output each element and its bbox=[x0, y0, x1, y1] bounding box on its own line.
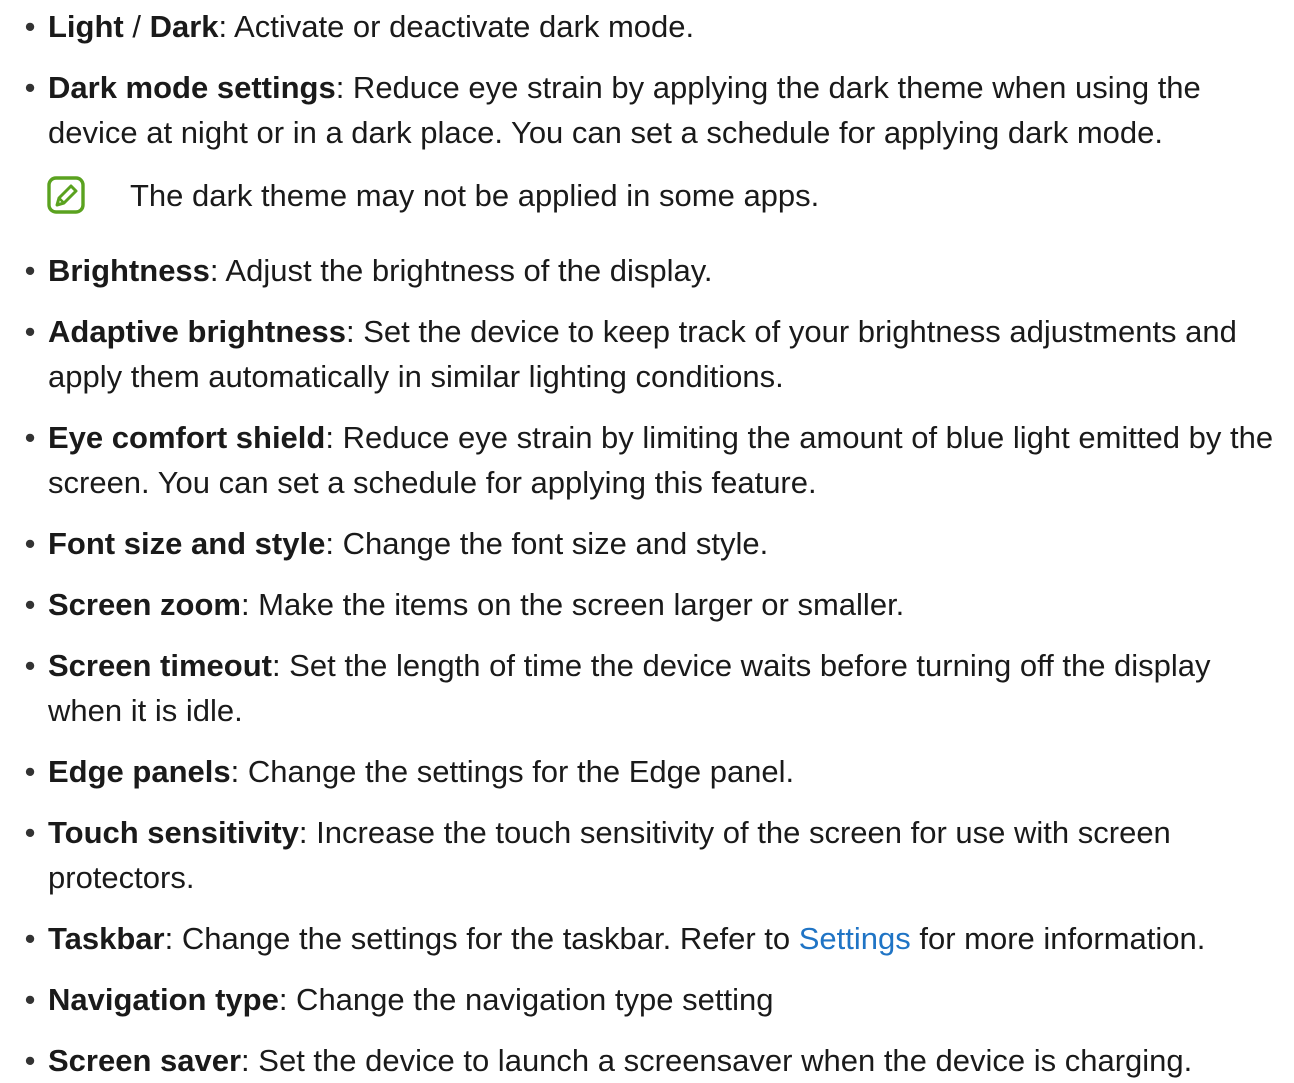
bullet: • bbox=[24, 1043, 36, 1078]
term-dark-mode-settings: Dark mode settings bbox=[48, 70, 336, 105]
item-description-end: for more information. bbox=[910, 921, 1206, 956]
term-light: Light bbox=[48, 9, 124, 44]
bullet: • bbox=[24, 815, 36, 850]
note-pencil-icon bbox=[46, 175, 86, 215]
bullet: • bbox=[24, 70, 36, 105]
term-screen-timeout: Screen timeout bbox=[48, 648, 272, 683]
item-description: : Change the settings for the Edge panel… bbox=[230, 754, 795, 789]
item-description: : Make the items on the screen larger or… bbox=[240, 587, 905, 622]
term-screen-saver: Screen saver bbox=[48, 1043, 242, 1078]
term-edge-panels: Edge panels bbox=[48, 754, 231, 789]
bullet: • bbox=[24, 648, 36, 683]
bullet: • bbox=[24, 420, 36, 455]
note-text: The dark theme may not be applied in som… bbox=[130, 178, 820, 213]
term-navigation-type: Navigation type bbox=[48, 982, 279, 1017]
term-dark: Dark bbox=[149, 9, 219, 44]
term-adaptive-brightness: Adaptive brightness bbox=[48, 314, 346, 349]
term-eye-comfort-shield: Eye comfort shield bbox=[48, 420, 326, 455]
item-description: : Set the device to launch a screensaver… bbox=[241, 1043, 1193, 1078]
settings-link[interactable]: Settings bbox=[799, 921, 911, 956]
term-brightness: Brightness bbox=[48, 253, 210, 288]
bullet: • bbox=[24, 253, 36, 288]
term-touch-sensitivity: Touch sensitivity bbox=[48, 815, 299, 850]
item-description: : Adjust the brightness of the display. bbox=[209, 253, 713, 288]
term-screen-zoom: Screen zoom bbox=[48, 587, 241, 622]
item-description: : Activate or deactivate dark mode. bbox=[218, 9, 695, 44]
item-description: : Change the font size and style. bbox=[325, 526, 769, 561]
bullet: • bbox=[24, 587, 36, 622]
item-description: : Change the navigation type setting bbox=[278, 982, 774, 1017]
term-taskbar: Taskbar bbox=[48, 921, 165, 956]
bullet: • bbox=[24, 526, 36, 561]
term-font-size-and-style: Font size and style bbox=[48, 526, 326, 561]
item-description: : Change the settings for the taskbar. R… bbox=[164, 921, 799, 956]
bullet: • bbox=[24, 982, 36, 1017]
bullet: • bbox=[24, 314, 36, 349]
bullet: • bbox=[24, 921, 36, 956]
bullet: • bbox=[24, 9, 36, 44]
term-separator: / bbox=[123, 9, 150, 44]
bullet: • bbox=[24, 754, 36, 789]
